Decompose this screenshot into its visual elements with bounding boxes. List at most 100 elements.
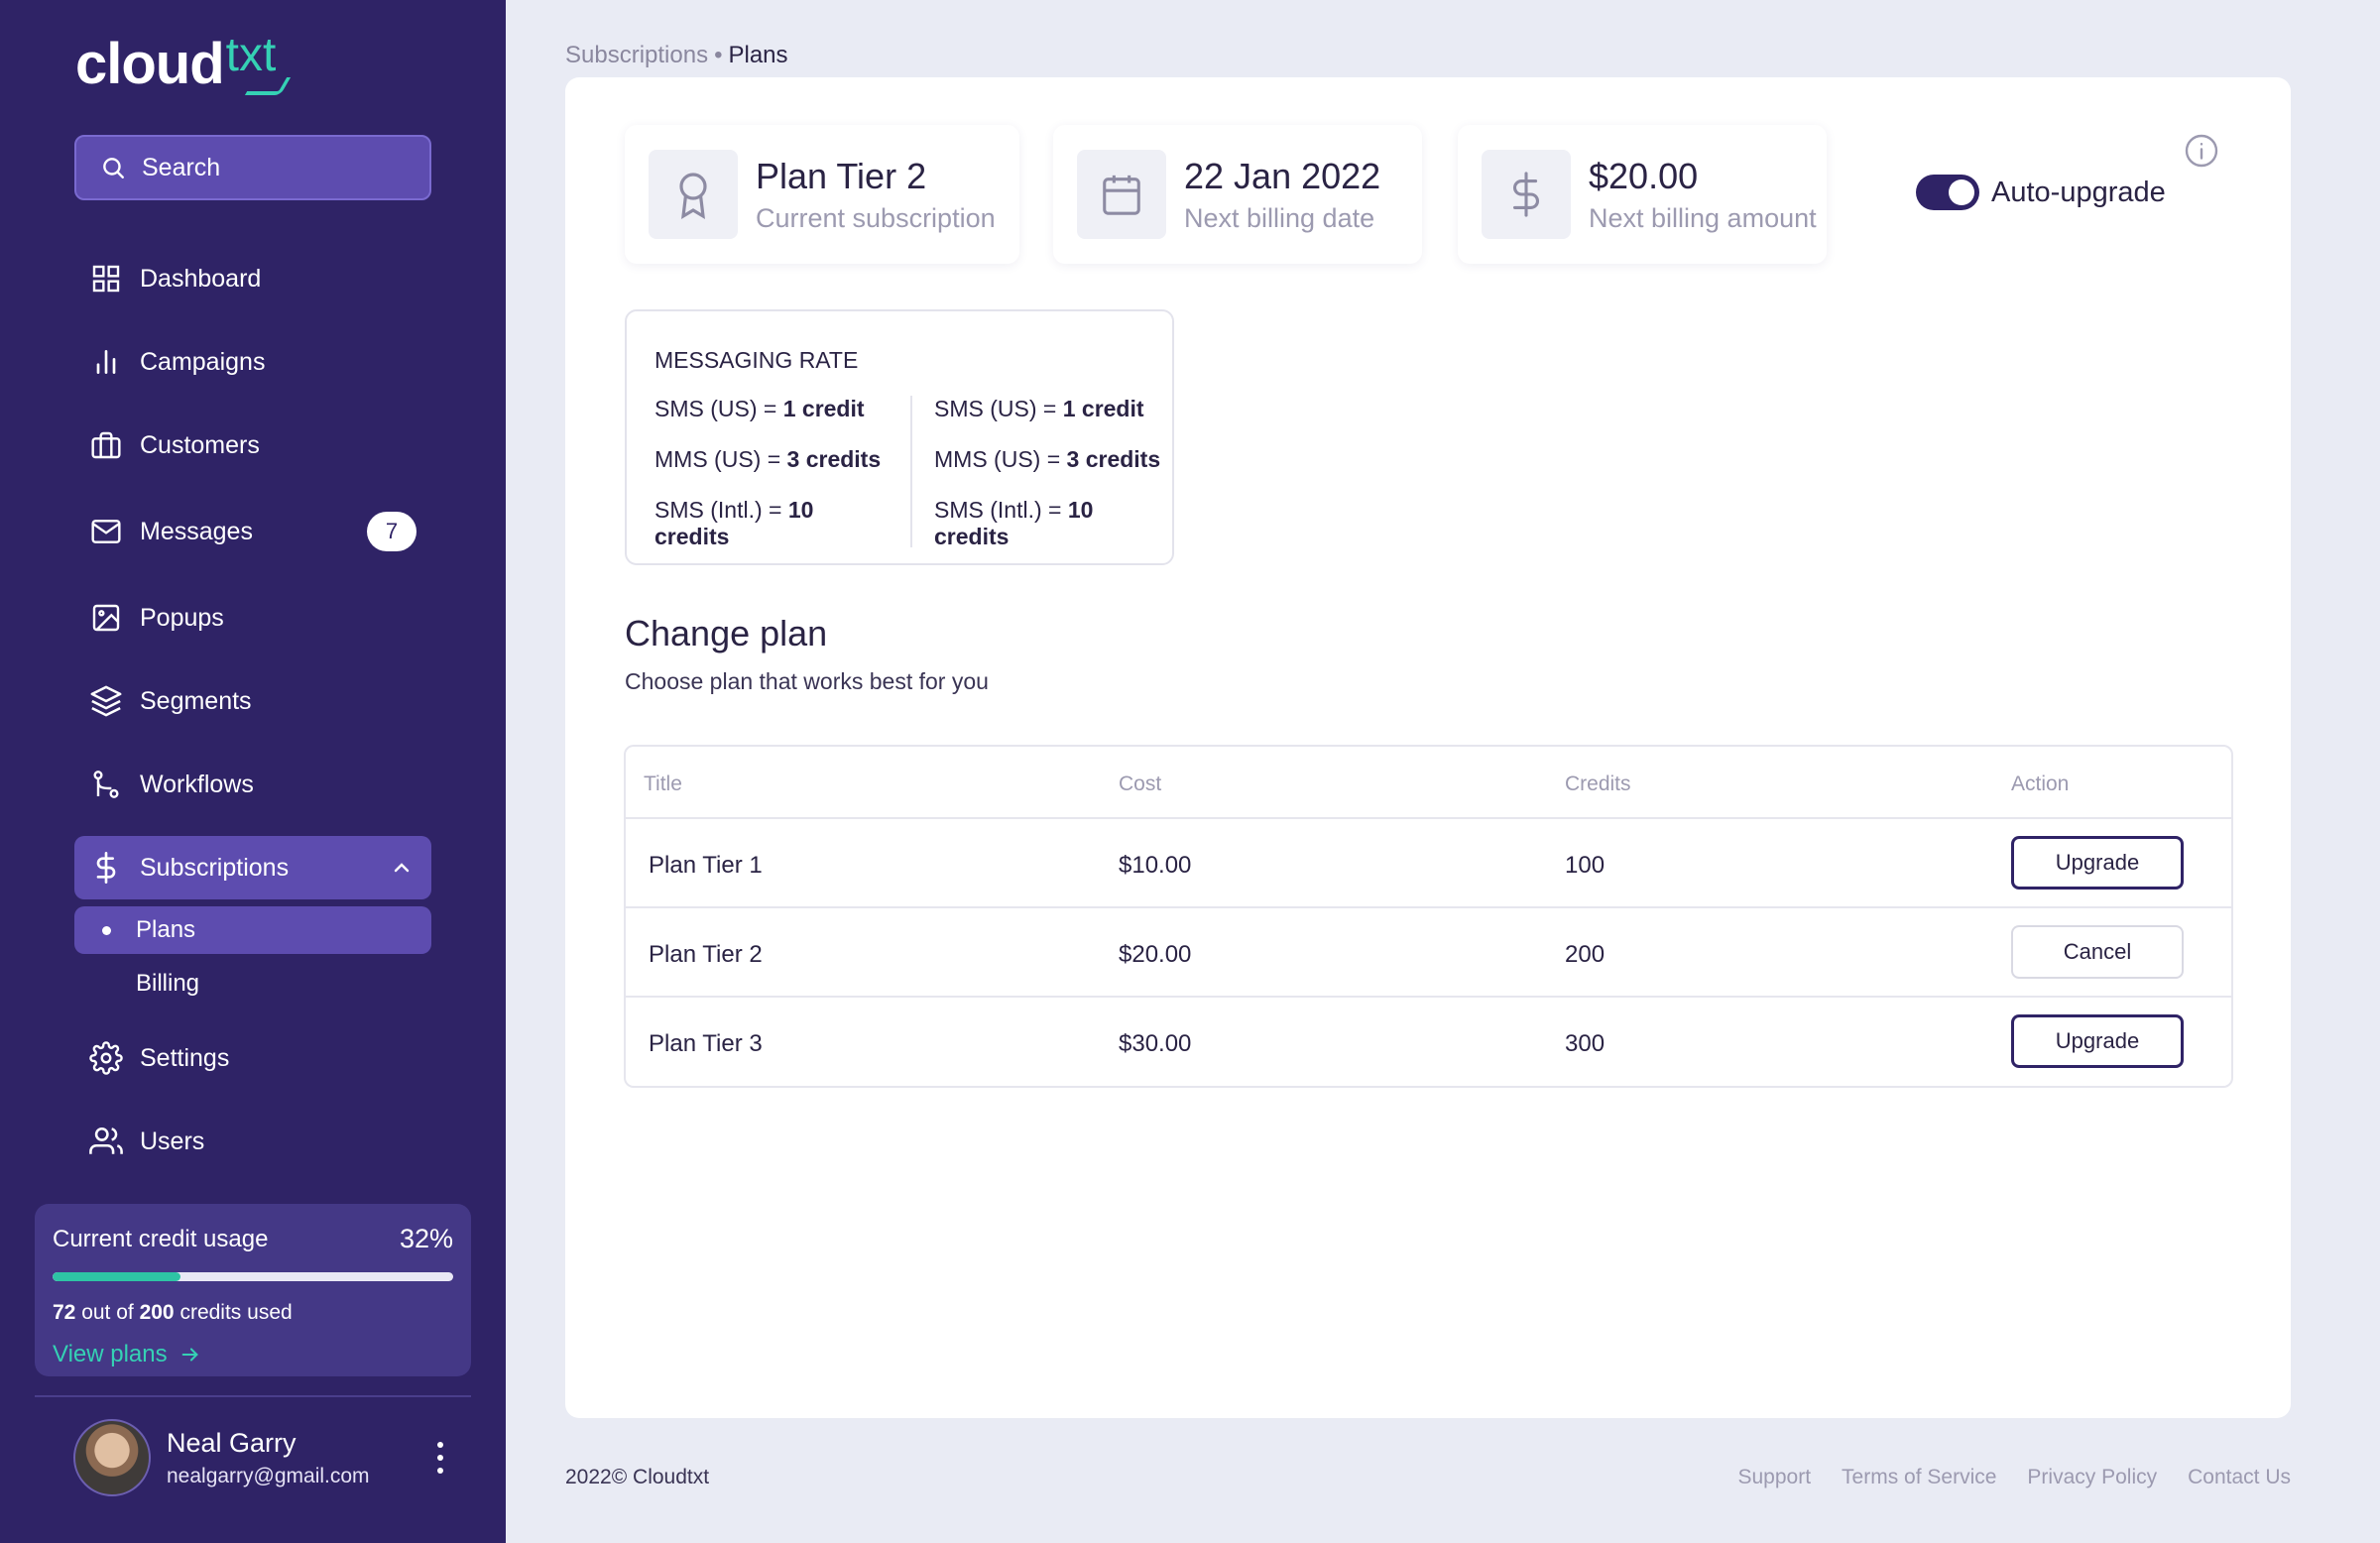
dollar-icon [96,852,116,884]
sidebar-item-subscriptions[interactable]: Subscriptions [74,836,431,899]
plan-cost-cell: $30.00 [1119,1030,1192,1057]
logo-text-accent: txt [225,29,277,81]
sidebar-item-segments[interactable]: Segments [74,669,431,733]
dollar-icon [1512,172,1540,217]
plan-credits-cell: 300 [1565,1030,1606,1057]
upgrade-button[interactable]: Upgrade [2011,836,2184,890]
rate-line: SMS (Intl.) = 10 credits [934,497,1094,549]
breadcrumb: Subscriptions • Plans [565,42,788,68]
profile-name: Neal Garry [167,1427,297,1458]
sidebar-item-workflows[interactable]: Workflows [74,753,431,816]
next-billing-amount-card: $20.00 Next billing amount [1458,125,1827,264]
rate-line: MMS (US) = 3 credits [654,446,882,472]
column-header-title: Title [644,772,682,795]
user-profile[interactable]: Neal Garry nealgarry@gmail.com [73,1418,450,1497]
sidebar-subitem-plans[interactable]: Plans [74,906,431,954]
credit-usage-progress [53,1272,453,1281]
change-plan-title: Change plan [625,613,828,653]
next-billing-amount-value: $20.00 [1589,155,1699,196]
cancel-button[interactable]: Cancel [2011,925,2184,979]
sidebar-item-label: Workflows [140,770,254,798]
plan-cost-cell: $10.00 [1119,852,1192,879]
column-header-credits: Credits [1565,772,1631,795]
messaging-rate-column-right: SMS (US) = 1 credit MMS (US) = 3 credits… [910,396,1172,549]
sidebar-item-label: Segments [140,686,252,715]
credit-usage-progress-fill [53,1272,181,1281]
git-branch-icon [93,771,119,798]
rate-line: SMS (Intl.) = 10 credits [654,497,814,549]
sidebar-subitem-billing[interactable]: Billing [74,960,431,1008]
sidebar-item-popups[interactable]: Popups [74,586,431,650]
messaging-rate-column-left: SMS (US) = 1 credit MMS (US) = 3 credits… [654,396,892,549]
sidebar-item-label: Messages [140,517,253,545]
footer-copyright: 2022© Cloudtxt [565,1466,710,1488]
messaging-rate-card: MESSAGING RATE SMS (US) = 1 credit MMS (… [625,309,1174,565]
chevron-up-icon[interactable] [390,856,414,880]
sidebar-subitem-label: Billing [136,970,200,997]
credit-usage-percent: 32% [399,1224,453,1253]
column-header-cost: Cost [1119,772,1162,795]
sidebar: cloud txt Search Dashboard Campaigns Cus… [0,0,506,1543]
sidebar-item-users[interactable]: Users [74,1110,431,1173]
auto-upgrade-toggle[interactable] [1916,175,1979,210]
bar-chart-icon [96,350,116,374]
credit-usage-detail: 72 out of 200 credits used [53,1301,293,1324]
plan-title-cell: Plan Tier 3 [649,1030,763,1057]
sidebar-item-label: Users [140,1127,205,1155]
sidebar-item-customers[interactable]: Customers [74,414,431,477]
footer-link-contact[interactable]: Contact Us [2188,1466,2291,1489]
footer-link-support[interactable]: Support [1737,1466,1811,1489]
main-panel: Plan Tier 2 Current subscription 22 Jan … [565,77,2291,1418]
sidebar-item-campaigns[interactable]: Campaigns [74,330,431,394]
change-plan-subtitle: Choose plan that works best for you [625,668,989,694]
sidebar-item-label: Subscriptions [140,853,290,882]
logo[interactable]: cloud txt [75,28,292,96]
sidebar-item-label: Dashboard [140,264,262,293]
calendar-icon [1103,175,1140,215]
logo-text-main: cloud [75,32,225,96]
sidebar-item-messages[interactable]: Messages 7 [74,500,431,563]
next-billing-amount-label: Next billing amount [1589,202,1817,233]
sidebar-item-settings[interactable]: Settings [74,1026,431,1090]
plans-table: Title Cost Credits Action Plan Tier 1 $1… [624,745,2233,1088]
view-plans-link[interactable]: View plans [53,1341,453,1368]
breadcrumb-current: Plans [728,42,788,68]
footer-link-privacy[interactable]: Privacy Policy [2027,1466,2157,1489]
column-header-action: Action [2011,772,2070,795]
next-billing-date-card: 22 Jan 2022 Next billing date [1053,125,1422,264]
footer-links: Support Terms of Service Privacy Policy … [1737,1466,2291,1489]
sidebar-item-dashboard[interactable]: Dashboard [74,247,431,310]
mail-icon [91,520,121,543]
plan-title-cell: Plan Tier 1 [649,852,763,879]
current-subscription-value: Plan Tier 2 [756,155,927,196]
auto-upgrade-label: Auto-upgrade [1991,176,2166,208]
search-input[interactable]: Search [74,135,431,200]
sidebar-item-label: Popups [140,603,224,632]
upgrade-button[interactable]: Upgrade [2011,1014,2184,1068]
plan-title-cell: Plan Tier 2 [649,941,763,968]
table-row: Plan Tier 3 $30.00 300 Upgrade [626,998,2231,1086]
credit-usage-card: Current credit usage 32% 72 out of 200 c… [35,1204,471,1376]
messaging-rate-title: MESSAGING RATE [654,347,859,373]
image-icon [92,604,120,632]
plan-credits-cell: 200 [1565,941,1606,968]
sidebar-subitem-label: Plans [136,916,196,943]
info-icon[interactable] [2184,133,2219,169]
breadcrumb-parent[interactable]: Subscriptions [565,42,708,68]
next-billing-date-label: Next billing date [1184,202,1375,233]
table-row: Plan Tier 1 $10.00 100 Upgrade [626,819,2231,908]
footer-link-terms[interactable]: Terms of Service [1842,1466,1996,1489]
avatar[interactable] [73,1419,151,1496]
award-icon [679,173,707,220]
search-placeholder: Search [142,153,221,181]
more-options-icon[interactable] [430,1438,450,1478]
credit-usage-title: Current credit usage [53,1225,269,1252]
plan-credits-cell: 100 [1565,852,1606,879]
sidebar-item-label: Customers [140,430,260,459]
messages-count-badge: 7 [367,512,416,551]
sidebar-item-label: Settings [140,1043,230,1072]
table-row: Plan Tier 2 $20.00 200 Cancel [626,908,2231,998]
table-header: Title Cost Credits Action [626,747,2231,819]
rate-line: SMS (US) = 1 credit [654,396,865,421]
auto-upgrade-control: Auto-upgrade [1916,175,2166,210]
